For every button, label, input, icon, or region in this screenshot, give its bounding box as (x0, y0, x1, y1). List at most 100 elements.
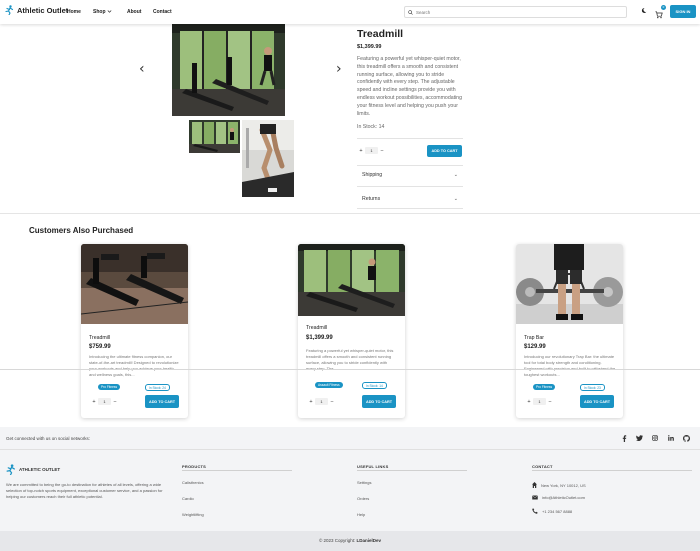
increment-button[interactable]: + (357, 148, 365, 154)
product-price: $1,399.99 (357, 44, 382, 50)
increment-button[interactable]: + (525, 399, 533, 405)
running-legs-photo (242, 120, 294, 197)
linkedin-icon[interactable] (668, 435, 674, 441)
footer-brand-name: ATHLETIC OUTLET (19, 467, 61, 472)
quantity-value[interactable]: 1 (98, 398, 111, 405)
quantity-stepper: + 1 − (90, 398, 119, 405)
footer-link-weightlifting[interactable]: Weightlifting (182, 512, 204, 517)
divider (357, 470, 467, 471)
product-card[interactable]: Trap Bar $129.99 Introducing our revolut… (516, 244, 623, 418)
footer: Get connected with us on social networks… (0, 427, 700, 531)
copyright-author-link[interactable]: LDanielDev (357, 538, 382, 543)
search-icon (408, 9, 413, 15)
stock-badge: In Stock: 23 (580, 384, 605, 391)
contact-email[interactable]: info@AthleticOutlet.com (532, 495, 585, 500)
social-bar: Get connected with us on social networks… (0, 427, 700, 450)
footer-link-calisthenics[interactable]: Calisthenics (182, 480, 204, 485)
add-to-cart-button[interactable]: ADD TO CART (145, 395, 179, 408)
cart-count-badge: 0 (661, 5, 666, 10)
quantity-value[interactable]: 1 (315, 398, 328, 405)
card-image (516, 244, 623, 324)
nav-contact[interactable]: Contact (153, 9, 172, 15)
decrement-button[interactable]: − (328, 399, 336, 405)
product-card[interactable]: Treadmill $759.99 Introducing the ultima… (81, 244, 188, 418)
card-description: Introducing the ultimate fitness compani… (89, 354, 179, 377)
quantity-value[interactable]: 1 (365, 147, 378, 154)
treadmill-photo (81, 244, 188, 324)
runner-logo-icon (6, 464, 15, 475)
nav-shop[interactable]: Shop (93, 9, 106, 15)
related-section-title: Customers Also Purchased (29, 226, 134, 235)
card-name: Treadmill (89, 335, 111, 341)
product-thumbnail-2[interactable] (242, 120, 294, 197)
runner-logo-icon (5, 5, 14, 15)
divider (357, 186, 463, 187)
product-thumbnail-1[interactable] (189, 120, 240, 153)
decrement-button[interactable]: − (111, 399, 119, 405)
sign-in-button[interactable]: SIGN IN (670, 5, 696, 18)
quantity-stepper: + 1 − (357, 147, 386, 154)
footer-link-cardio[interactable]: Cardio (182, 496, 194, 501)
stock-badge: In Stock: 24 (145, 384, 170, 391)
envelope-icon (532, 495, 538, 500)
contact-address: New York, NY 10012, US (532, 482, 586, 488)
product-description: Featuring a powerful yet whisper-quiet m… (357, 56, 462, 117)
brand-link[interactable]: Athletic Outlet (5, 5, 68, 15)
card-name: Treadmill (306, 325, 328, 331)
footer-about-text: We are committed to being the go-to dest… (6, 482, 163, 499)
chevron-down-icon: ⌄ (453, 196, 458, 202)
twitter-icon[interactable] (636, 435, 643, 441)
divider (182, 470, 292, 471)
next-image-arrow-icon[interactable]: › (336, 61, 342, 77)
nav-about[interactable]: About (127, 9, 141, 15)
add-to-cart-button[interactable]: ADD TO CART (362, 395, 396, 408)
footer-link-settings[interactable]: Settings (357, 480, 371, 485)
facebook-icon[interactable] (622, 435, 627, 442)
product-card[interactable]: Treadmill $1,399.99 Featuring a powerful… (298, 244, 405, 418)
accordion-label: Returns (362, 196, 381, 202)
category-badge: Assault Fitness (315, 382, 343, 388)
cart-button[interactable]: 0 (655, 5, 666, 24)
card-price: $759.99 (89, 344, 111, 350)
footer-contact-heading: CONTACT (532, 464, 553, 469)
chevron-down-icon[interactable] (107, 9, 112, 14)
accordion-label: Shipping (362, 172, 383, 178)
product-main-image (172, 23, 285, 116)
card-price: $1,399.99 (306, 335, 333, 341)
instagram-icon[interactable] (652, 435, 658, 441)
stock-badge: In Stock: 14 (362, 382, 387, 389)
decrement-button[interactable]: − (378, 148, 386, 154)
quantity-value[interactable]: 1 (533, 398, 546, 405)
prev-image-arrow-icon[interactable]: ‹ (139, 61, 145, 77)
cart-icon (655, 11, 663, 19)
card-description: Introducing our revolutionary Trap Bar: … (524, 354, 615, 377)
contact-phone[interactable]: +1 234 567 8888 (532, 508, 572, 514)
increment-button[interactable]: + (307, 399, 315, 405)
social-text: Get connected with us on social networks… (6, 436, 91, 441)
product-stock: In Stock: 14 (357, 124, 385, 130)
card-image (81, 244, 188, 324)
decrement-button[interactable]: − (546, 399, 554, 405)
contact-address-text: New York, NY 10012, US (541, 482, 586, 488)
home-icon (532, 482, 537, 488)
add-to-cart-button[interactable]: ADD TO CART (580, 395, 614, 408)
footer-products-heading: PRODUCTS (182, 464, 207, 469)
footer-link-help[interactable]: Help (357, 512, 365, 517)
divider (357, 208, 463, 209)
github-icon[interactable] (683, 435, 690, 442)
search-box[interactable] (404, 6, 627, 18)
add-to-cart-button[interactable]: ADD TO CART (427, 145, 462, 157)
footer-link-orders[interactable]: Orders (357, 496, 369, 501)
category-badge: Pro Fitness (533, 384, 556, 390)
copyright-bar: © 2023 Copyright: LDanielDev (0, 531, 700, 551)
dark-mode-moon-icon[interactable] (641, 7, 647, 14)
increment-button[interactable]: + (90, 399, 98, 405)
contact-phone-text: +1 234 567 8888 (542, 508, 573, 514)
accordion-returns[interactable]: Returns ⌄ (357, 189, 463, 209)
search-input[interactable] (416, 9, 606, 15)
accordion-shipping[interactable]: Shipping ⌄ (357, 165, 463, 185)
card-name: Trap Bar (524, 335, 544, 341)
footer-useful-heading: USEFUL LINKS (357, 464, 389, 469)
divider (357, 138, 463, 139)
nav-home[interactable]: Home (67, 9, 81, 15)
